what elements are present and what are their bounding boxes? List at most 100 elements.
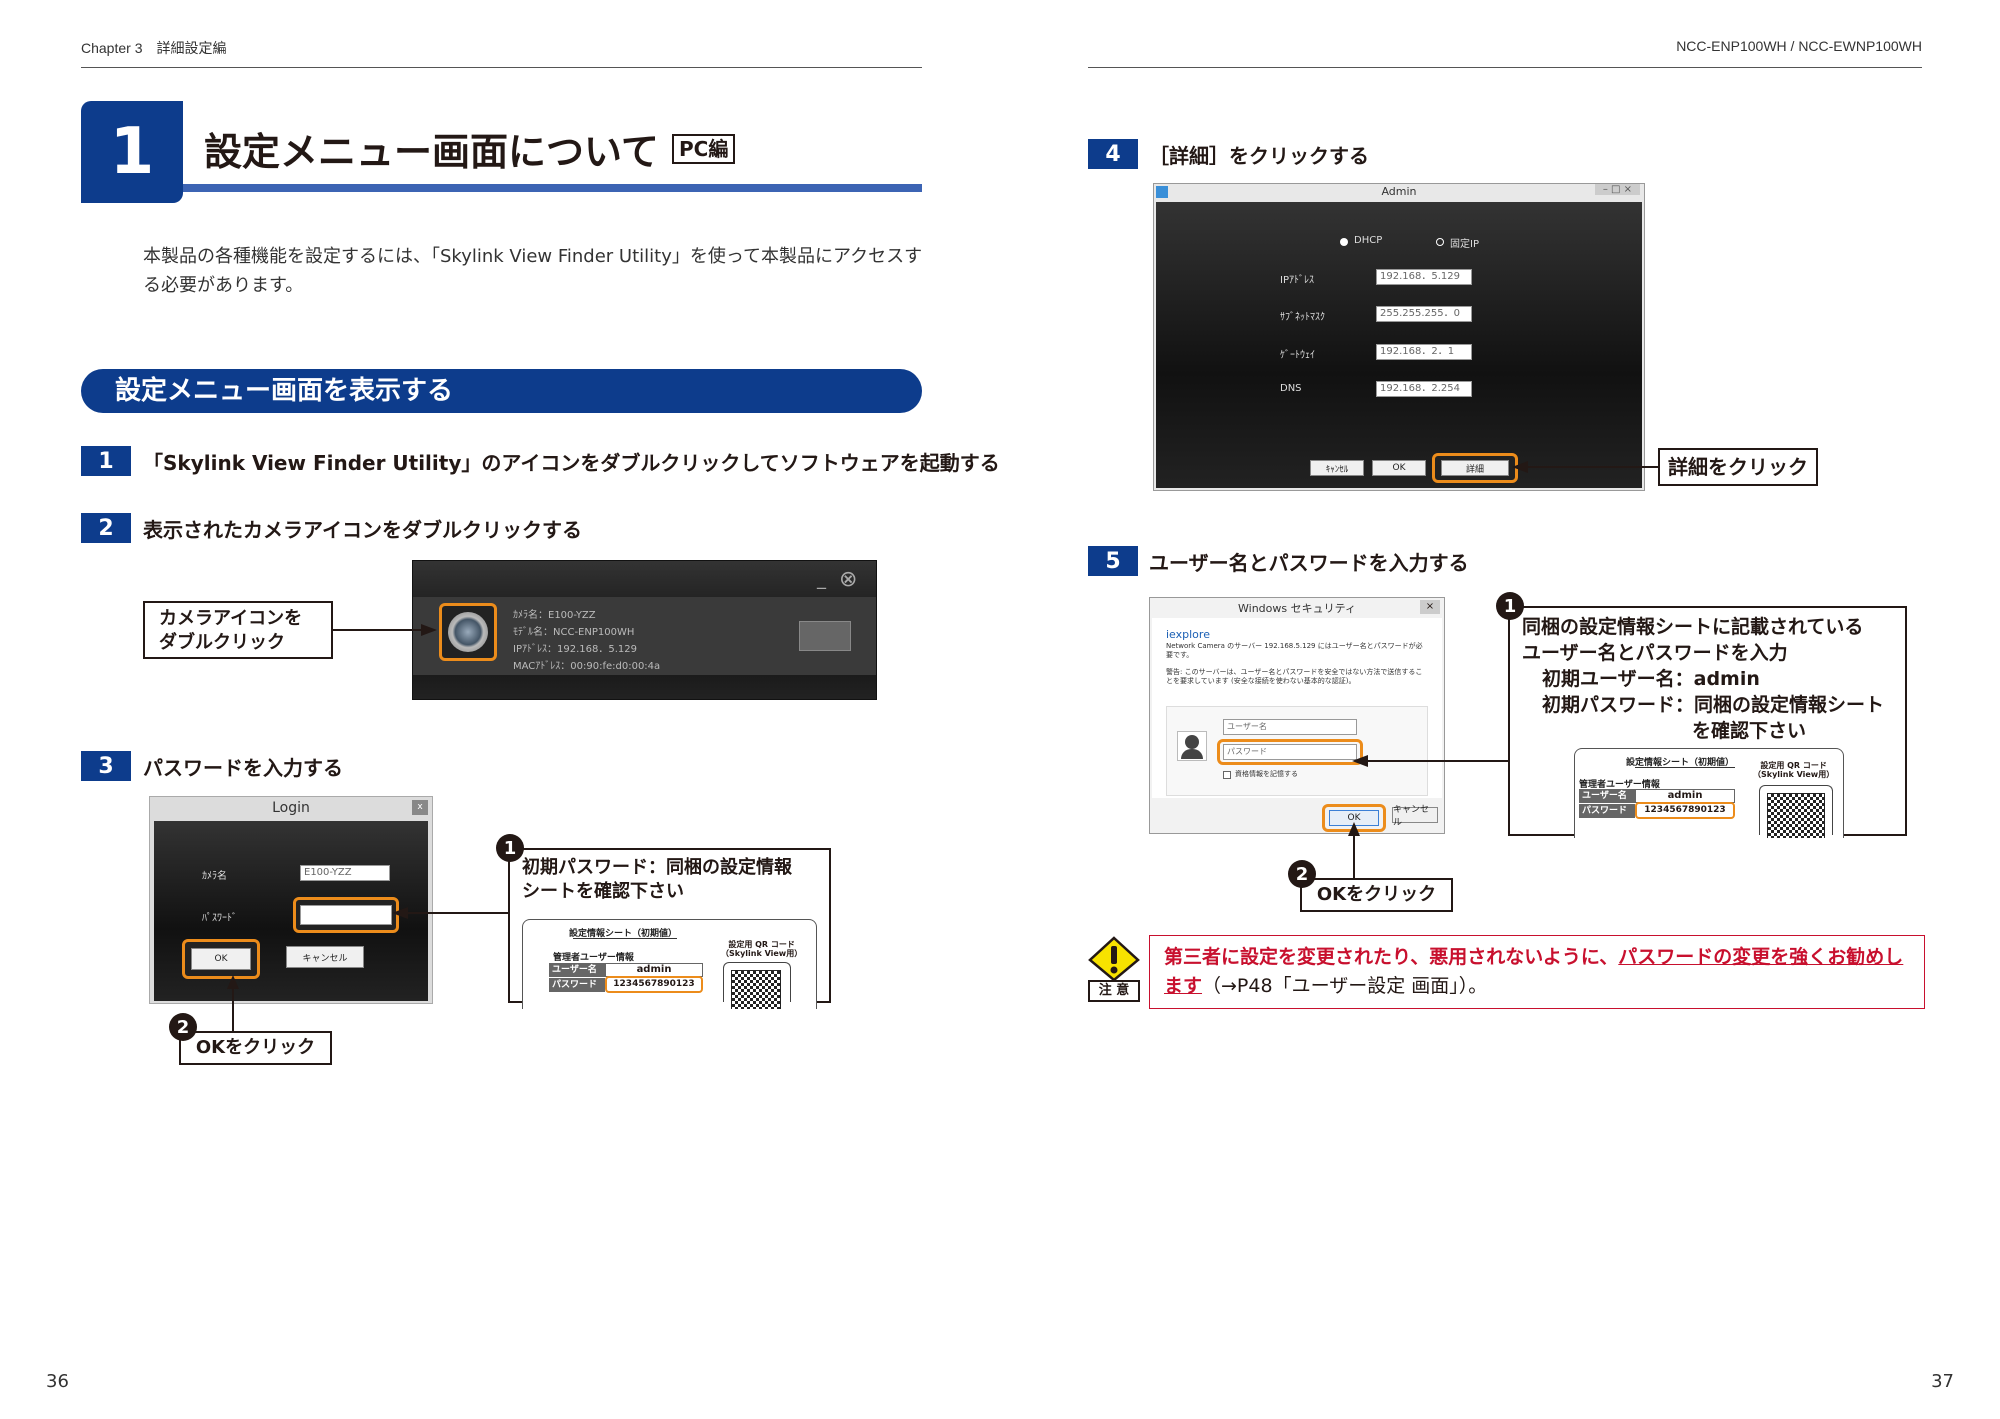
step-2-text: 表示されたカメラアイコンをダブルクリックする: [143, 518, 582, 542]
detail-callout: 詳細をクリック: [1658, 448, 1818, 486]
settings-sheet-1: 設定情報シート（初期値） 管理者ユーザー情報 設定用 QR コード （Skyli…: [522, 919, 817, 1009]
winsec-credential-tile: ユーザー名 パスワード 資格情報を記憶する: [1166, 706, 1428, 796]
static-ip-label: 固定IP: [1450, 239, 1479, 250]
sheet-2-pw-label: パスワード: [1579, 804, 1635, 818]
login-pw-arrow: [392, 907, 510, 919]
winsec-callout-line-5: を確認下さい: [1692, 720, 1807, 742]
step-5-text: ユーザー名とパスワードを入力する: [1149, 551, 1469, 575]
sheet-1-admin-heading: 管理者ユーザー情報: [553, 953, 634, 963]
mask-label: ｻﾌﾞﾈｯﾄﾏｽｸ: [1280, 312, 1325, 323]
login-ok-callout: OKをクリック: [179, 1031, 332, 1065]
mask-field[interactable]: 255.255.255．0: [1376, 306, 1472, 322]
winsec-msg1: Network Camera のサーバー 192.168.5.129 にはユーザ…: [1166, 642, 1423, 659]
winsec-callout-line-3: 初期ユーザー名：admin: [1542, 668, 1760, 690]
dhcp-label: DHCP: [1354, 235, 1383, 246]
remember-label: 資格情報を記憶する: [1235, 770, 1298, 778]
login-pw-callout-badge: 1: [496, 834, 524, 862]
camera-icon[interactable]: [448, 612, 488, 652]
login-password-field[interactable]: [300, 905, 392, 925]
winsec-callout-line-2: ユーザー名とパスワードを入力: [1522, 642, 1788, 664]
winsec-username-field[interactable]: ユーザー名: [1223, 719, 1357, 735]
intro-text: 本製品の各種機能を設定するには、「Skylink View Finder Uti…: [143, 246, 923, 296]
title-underline: [183, 184, 922, 192]
page-title: 設定メニュー画面について: [204, 130, 659, 174]
winsec-app: iexplore: [1166, 628, 1210, 641]
login-cancel-button[interactable]: キャンセル: [286, 946, 364, 968]
close-icon[interactable]: ⊗: [839, 567, 857, 592]
camera-list-item[interactable]: ｶﾒﾗ名：E100-YZZ ﾓﾃﾞﾙ名：NCC-ENP100WH IPｱﾄﾞﾚｽ…: [413, 597, 876, 675]
caution-label: 注 意: [1088, 980, 1140, 1002]
login-password-highlight: [293, 897, 399, 933]
admin-body: DHCP 固定IP IPｱﾄﾞﾚｽ 192.168．5.129 ｻﾌﾞﾈｯﾄﾏｽ…: [1156, 202, 1642, 488]
camera-icon-callout: カメラアイコンを ダブルクリック: [143, 601, 333, 659]
sheet-1-qr-label: 設定用 QR コード （Skylink View用）: [721, 940, 803, 958]
step-5-number: 5: [1088, 546, 1138, 576]
page-number-right: 37: [1931, 1371, 1954, 1392]
login-pw-callout-text: 初期パスワード：同梱の設定情報 シートを確認下さい: [522, 857, 792, 902]
login-ok-button[interactable]: OK: [191, 948, 251, 970]
user-avatar-icon: [1177, 731, 1207, 761]
ip-label: IPｱﾄﾞﾚｽ: [1280, 275, 1314, 286]
winsec-msg2: 警告: このサーバーは、ユーザー名とパスワードを安全ではない方法で送信することを…: [1166, 668, 1423, 685]
sheet-1-user-label: ユーザー名: [549, 963, 605, 977]
login-body: ｶﾒﾗ名 E100-YZZ ﾊﾟｽﾜｰﾄﾞ OK キャンセル: [154, 821, 428, 1001]
admin-window-controls[interactable]: – □ ×: [1594, 184, 1640, 195]
dhcp-radio[interactable]: [1340, 238, 1348, 246]
dns-field[interactable]: 192.168．2.254: [1376, 381, 1472, 397]
sheet-1-pw-value: 1234567890123: [605, 976, 703, 993]
step-1-number: 1: [81, 446, 131, 476]
login-camera-field[interactable]: E100-YZZ: [300, 865, 390, 881]
caution-text-a: 第三者に設定を変更されたり、悪用されないように、: [1164, 946, 1619, 968]
admin-cancel-button[interactable]: ｷｬﾝｾﾙ: [1310, 460, 1364, 476]
winsec-close-icon[interactable]: ×: [1420, 600, 1440, 614]
login-pw-callout: 初期パスワード：同梱の設定情報 シートを確認下さい 設定情報シート（初期値） 管…: [508, 848, 831, 1009]
header-rule-left: [81, 67, 922, 68]
caution-box: 第三者に設定を変更されたり、悪用されないように、パスワードの変更を強くお勧めしま…: [1149, 935, 1925, 1009]
camera-mac-line: MACｱﾄﾞﾚｽ：00:90:fe:d0:00:4a: [513, 661, 661, 672]
caution-link[interactable]: （→P48「ユーザー設定 画面」）。: [1202, 975, 1487, 997]
sheet-1-qr-code: [731, 970, 781, 1009]
gateway-field[interactable]: 192.168．2．1: [1376, 344, 1472, 360]
login-close-icon[interactable]: x: [412, 800, 428, 815]
ip-field[interactable]: 192.168．5.129: [1376, 269, 1472, 285]
winsec-password-field[interactable]: パスワード: [1223, 744, 1357, 760]
winsec-pw-arrow: [1352, 755, 1510, 767]
admin-ok-button[interactable]: OK: [1372, 460, 1426, 476]
sheet-1-user-value: admin: [605, 963, 703, 977]
admin-detail-button[interactable]: 詳細: [1441, 460, 1509, 476]
winsec-callout-badge: 1: [1496, 592, 1524, 620]
dns-label: DNS: [1280, 383, 1302, 394]
step-1-text: 「Skylink View Finder Utility」のアイコンをダブルクリ…: [143, 451, 1000, 475]
winsec-callout-text: 同梱の設定情報シートに記載されている ユーザー名とパスワードを入力 初期ユーザー…: [1522, 614, 1884, 744]
login-password-label: ﾊﾟｽﾜｰﾄﾞ: [202, 913, 237, 924]
login-dialog: Login x ｶﾒﾗ名 E100-YZZ ﾊﾟｽﾜｰﾄﾞ OK キャンセル: [149, 796, 433, 1004]
step-4-number: 4: [1088, 139, 1138, 169]
winsec-ok-callout-badge: 2: [1288, 860, 1316, 888]
camera-info: ｶﾒﾗ名：E100-YZZ ﾓﾃﾞﾙ名：NCC-ENP100WH IPｱﾄﾞﾚｽ…: [513, 607, 660, 675]
windows-security-dialog: Windows セキュリティ × iexplore Network Camera…: [1149, 597, 1445, 834]
winsec-body: iexplore Network Camera のサーバー 192.168.5.…: [1152, 618, 1442, 798]
sheet-1-title-rule: [573, 938, 677, 939]
remember-checkbox[interactable]: [1223, 771, 1231, 779]
login-camera-label: ｶﾒﾗ名: [202, 871, 227, 882]
product-header: NCC-ENP100WH / NCC-EWNP100WH: [1676, 38, 1922, 54]
winsec-callout-line-4: 初期パスワード：同梱の設定情報シート: [1542, 694, 1885, 716]
login-title: Login: [272, 800, 310, 816]
settings-sheet-2: 設定情報シート（初期値） 管理者ユーザー情報 設定用 QR コード （Skyli…: [1574, 748, 1844, 838]
camera-icon-highlight[interactable]: [439, 603, 497, 661]
camera-thumbnail: [799, 621, 851, 651]
login-ok-callout-badge: 2: [169, 1013, 197, 1041]
minimize-icon[interactable]: _: [817, 569, 826, 590]
sheet-2-user-label: ユーザー名: [1579, 789, 1635, 803]
camera-callout-arrow: [333, 624, 437, 636]
detail-callout-arrow: [1512, 461, 1660, 473]
step-4-text: ［詳細］をクリックする: [1149, 144, 1369, 168]
step-3-number: 3: [81, 751, 131, 781]
admin-title: Admin: [1381, 185, 1417, 198]
login-ok-highlight: OK: [182, 939, 260, 979]
sheet-2-user-value: admin: [1635, 789, 1735, 803]
chapter-number: 1: [81, 101, 183, 203]
winsec-cancel-button[interactable]: キャンセル: [1392, 805, 1438, 828]
pc-badge: PC編: [672, 134, 736, 164]
static-ip-radio[interactable]: [1436, 238, 1444, 246]
